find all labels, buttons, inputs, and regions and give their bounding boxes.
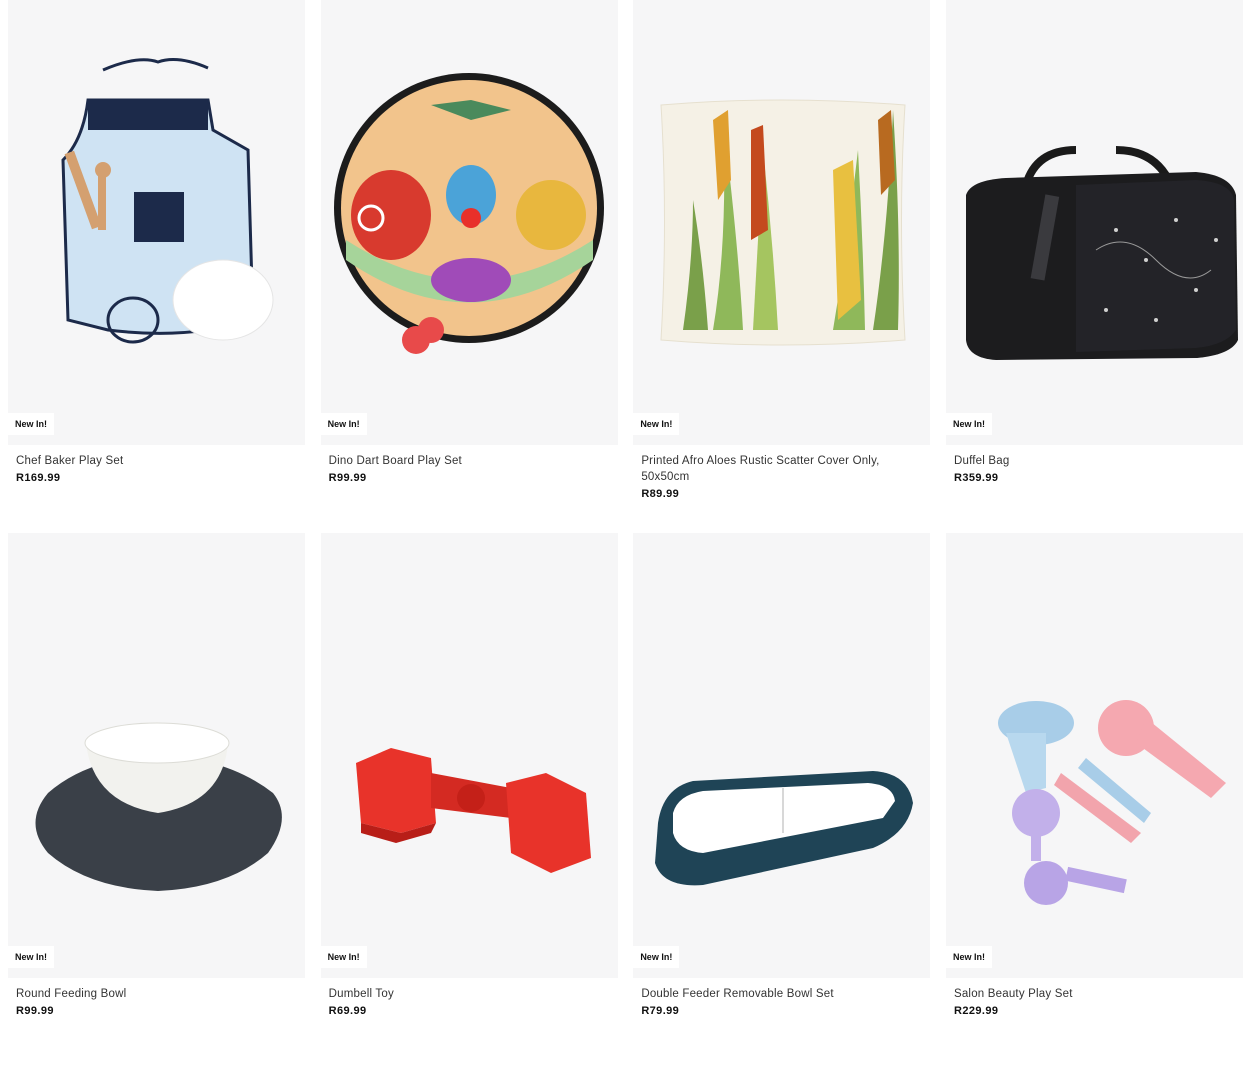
apron-icon xyxy=(61,58,274,344)
bowl-icon xyxy=(35,722,282,891)
product-price: R89.99 xyxy=(641,488,680,500)
product-price: R69.99 xyxy=(328,1005,367,1017)
product-image[interactable]: New In! xyxy=(8,0,305,445)
product-price: R79.99 xyxy=(641,1005,680,1017)
product-price: R229.99 xyxy=(953,1005,999,1017)
product-card[interactable]: New In! Duffel Bag R359.99 xyxy=(945,0,1243,533)
new-in-badge: New In! xyxy=(633,946,680,968)
product-price: R359.99 xyxy=(953,472,999,484)
product-image[interactable]: New In! xyxy=(8,533,305,978)
product-title[interactable]: Round Feeding Bowl xyxy=(16,986,297,1002)
product-card[interactable]: New In! Salon Beauty Play Set R229.99 xyxy=(945,533,1243,1066)
new-in-badge: New In! xyxy=(320,946,367,968)
product-title[interactable]: Printed Afro Aloes Rustic Scatter Cover … xyxy=(641,453,922,485)
new-in-badge: New In! xyxy=(945,413,992,435)
product-price: R99.99 xyxy=(328,472,367,484)
product-title[interactable]: Double Feeder Removable Bowl Set xyxy=(641,986,922,1002)
product-title[interactable]: Duffel Bag xyxy=(954,453,1235,469)
product-image[interactable]: New In! xyxy=(320,0,618,445)
new-in-badge: New In! xyxy=(8,946,55,968)
dumbbell-icon xyxy=(355,748,591,873)
product-card[interactable]: New In! Dumbell Toy R69.99 xyxy=(320,533,618,1066)
product-title[interactable]: Dino Dart Board Play Set xyxy=(329,453,610,469)
new-in-badge: New In! xyxy=(8,413,55,435)
product-grid: New In! Chef Baker Play Set R169.99 New … xyxy=(8,0,1243,1066)
product-image[interactable]: New In! xyxy=(945,533,1243,978)
product-price: R99.99 xyxy=(16,1005,54,1017)
new-in-badge: New In! xyxy=(320,413,367,435)
new-in-badge: New In! xyxy=(633,413,680,435)
product-card[interactable]: New In! Chef Baker Play Set R169.99 xyxy=(8,0,305,533)
product-title[interactable]: Chef Baker Play Set xyxy=(16,453,297,469)
product-image[interactable]: New In! xyxy=(945,0,1243,445)
duffel-bag-icon xyxy=(965,146,1238,360)
product-card[interactable]: New In! Round Feeding Bowl R99.99 xyxy=(8,533,305,1066)
product-card[interactable]: New In! Double Feeder Removable Bowl Set… xyxy=(633,533,931,1066)
product-image[interactable]: New In! xyxy=(320,533,618,978)
product-price: R169.99 xyxy=(16,472,61,484)
product-card[interactable]: New In! Printed Afro Aloes Rustic Scatte… xyxy=(633,0,931,533)
product-title[interactable]: Salon Beauty Play Set xyxy=(954,986,1235,1002)
product-title[interactable]: Dumbell Toy xyxy=(329,986,610,1002)
product-card[interactable]: New In! Dino Dart Board Play Set R99.99 xyxy=(320,0,618,533)
double-feeder-icon xyxy=(655,771,914,886)
new-in-badge: New In! xyxy=(945,946,992,968)
salon-set-icon xyxy=(997,700,1226,905)
cushion-icon xyxy=(660,99,906,346)
product-image[interactable]: New In! xyxy=(633,533,931,978)
product-image[interactable]: New In! xyxy=(633,0,931,445)
dartboard-icon xyxy=(333,73,604,354)
